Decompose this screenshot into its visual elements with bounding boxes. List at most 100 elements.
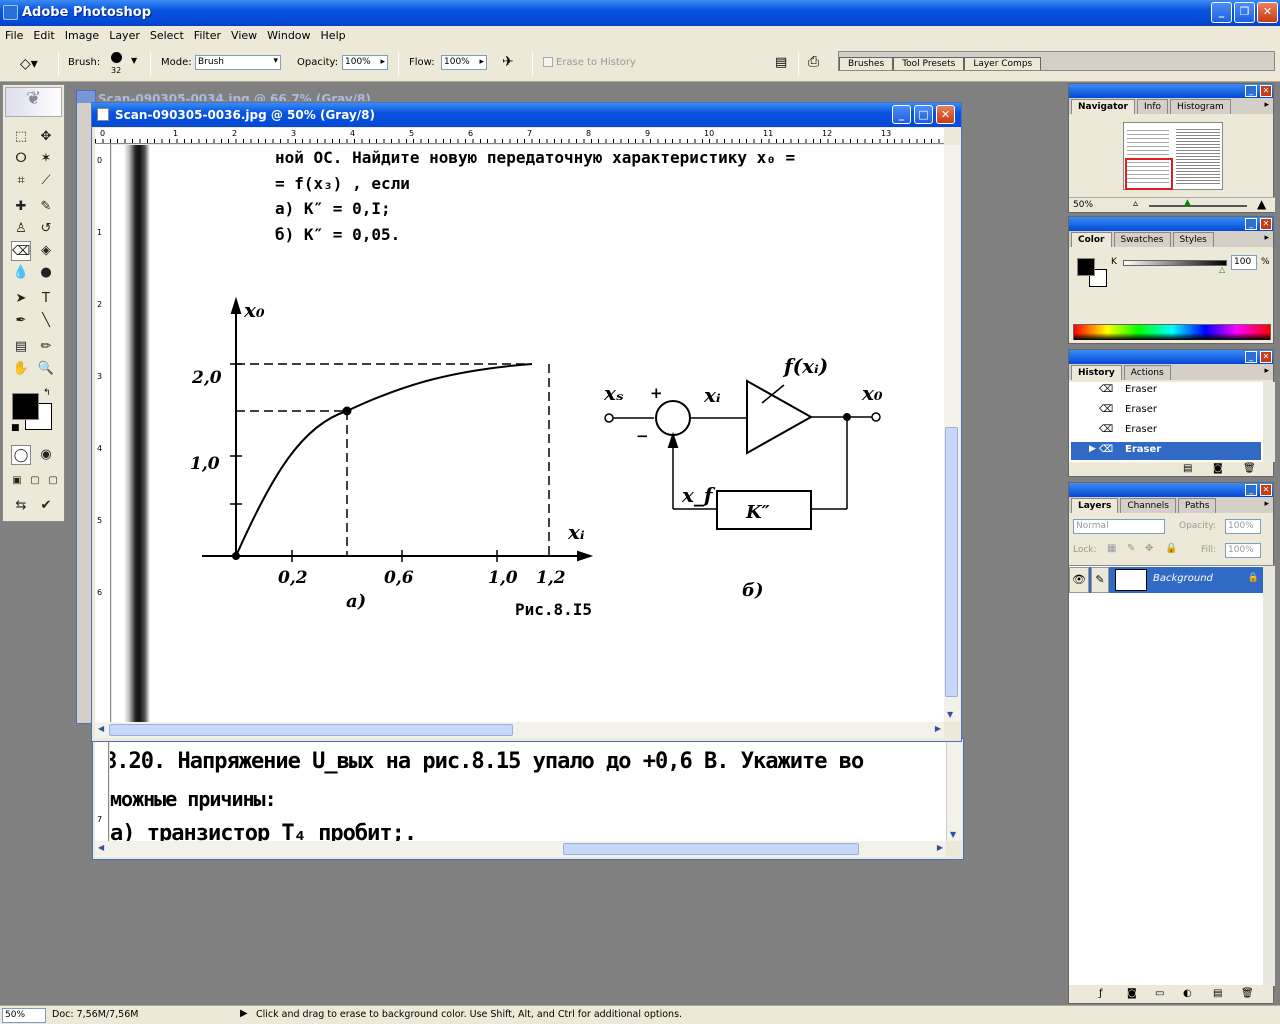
eye-icon[interactable]: 👁 <box>1069 567 1089 593</box>
mode-select[interactable]: Brush ▾ <box>195 55 281 70</box>
arrow-right-icon[interactable]: ▸ <box>479 57 484 67</box>
zoom-tool-icon[interactable]: 🔍 <box>36 359 56 379</box>
panel-close-button[interactable]: ✕ <box>1260 218 1272 230</box>
layer-opacity-field[interactable]: 100% <box>1225 519 1261 534</box>
tab-info[interactable]: Info <box>1137 99 1169 114</box>
magic-wand-icon[interactable]: ✶ <box>36 149 56 169</box>
tab-swatches[interactable]: Swatches <box>1113 232 1171 247</box>
menu-file[interactable]: File <box>0 26 28 42</box>
layers-scrollbar[interactable] <box>1263 566 1275 986</box>
panel-menu-icon[interactable]: ▸ <box>1264 499 1269 509</box>
arrow-left-icon[interactable]: ◀ <box>98 843 104 852</box>
panel-menu-icon[interactable]: ▸ <box>1264 366 1269 376</box>
navigator-zoom[interactable]: 50% <box>1073 200 1093 210</box>
delete-layer-icon[interactable]: 🗑 <box>1241 988 1254 999</box>
blur-tool-icon[interactable]: 💧 <box>11 263 31 283</box>
panel-minimize-button[interactable]: _ <box>1245 218 1257 230</box>
flow-field[interactable]: 100% ▸ <box>441 55 487 70</box>
layer-fill-field[interactable]: 100% <box>1225 543 1261 558</box>
swap-colors-icon[interactable]: ↰ <box>43 388 51 398</box>
scroll-thumb[interactable] <box>563 843 859 855</box>
trash-icon[interactable]: 🗑 <box>1243 463 1256 474</box>
healing-brush-icon[interactable]: ✚ <box>11 197 31 217</box>
screen-mode-3-icon[interactable]: ▢ <box>43 471 63 491</box>
dodge-tool-icon[interactable]: ● <box>36 263 56 283</box>
opacity-field[interactable]: 100% ▸ <box>342 55 388 70</box>
move-tool-icon[interactable]: ✥ <box>36 127 56 147</box>
menu-image[interactable]: Image <box>60 26 104 42</box>
foreground-color-swatch[interactable] <box>12 393 39 420</box>
blend-mode-select[interactable]: Normal <box>1073 519 1165 534</box>
horizontal-scrollbar[interactable]: ◀ ▶ <box>95 841 946 857</box>
airbrush-icon[interactable]: ✈ <box>502 54 514 70</box>
path-select-icon[interactable]: ➤ <box>11 289 31 309</box>
lock-pixels-icon[interactable]: ✎ <box>1127 543 1135 554</box>
erase-history-checkbox[interactable] <box>543 57 553 67</box>
type-tool-icon[interactable]: T <box>36 289 56 309</box>
tab-paths[interactable]: Paths <box>1177 498 1217 513</box>
front-document-window[interactable]: Scan-090305-0036.jpg @ 50% (Gray/8) _ □ … <box>91 102 962 742</box>
zoom-out-icon[interactable]: ▵ <box>1133 198 1138 209</box>
tab-navigator[interactable]: Navigator <box>1071 99 1135 114</box>
vertical-scrollbar[interactable]: ▼ <box>946 739 962 841</box>
arrow-left-icon[interactable]: ◀ <box>98 724 104 733</box>
notes-tool-icon[interactable]: ▤ <box>11 337 31 357</box>
menu-select[interactable]: Select <box>145 26 189 42</box>
panel-minimize-button[interactable]: _ <box>1245 351 1257 363</box>
menu-help[interactable]: Help <box>316 26 351 42</box>
zoom-slider-thumb[interactable]: ▲ <box>1184 198 1191 208</box>
tab-history[interactable]: History <box>1071 365 1122 380</box>
eraser-tool-icon[interactable]: ⌫ <box>11 241 31 261</box>
brush-dropdown-icon[interactable]: ▼ <box>131 56 137 65</box>
menu-window[interactable]: Window <box>262 26 315 42</box>
layer-style-icon[interactable]: ƒ <box>1099 988 1103 999</box>
arrow-right-icon[interactable]: ▶ <box>937 843 943 852</box>
doc-close-button[interactable]: ✕ <box>936 105 955 124</box>
zoom-slider[interactable] <box>1149 205 1247 207</box>
adjustment-layer-icon[interactable]: ◐ <box>1183 988 1192 999</box>
eyedropper-icon[interactable]: ✏ <box>36 337 56 357</box>
tab-channels[interactable]: Channels <box>1120 498 1176 513</box>
close-button[interactable]: ✕ <box>1257 2 1278 23</box>
arrow-right-icon[interactable]: ▶ <box>935 724 941 733</box>
brush-link-icon[interactable]: ✎ <box>1091 567 1109 593</box>
doc-minimize-button[interactable]: _ <box>892 105 911 124</box>
minimize-button[interactable]: _ <box>1211 2 1232 23</box>
brush-preview-icon[interactable] <box>111 52 122 63</box>
layer-row-background[interactable]: 👁 ✎ Background 🔒 <box>1069 567 1263 593</box>
lock-position-icon[interactable]: ✥ <box>1145 543 1153 554</box>
k-value-field[interactable]: 100 <box>1231 255 1257 270</box>
lock-transparency-icon[interactable]: ▦ <box>1107 543 1116 554</box>
palette-toggle-icon[interactable]: ⎙ <box>808 54 819 70</box>
k-slider-thumb[interactable]: △ <box>1219 265 1225 274</box>
restore-button[interactable]: ❐ <box>1234 2 1255 23</box>
tab-color[interactable]: Color <box>1071 232 1112 247</box>
imageready-icon[interactable]: ⇆ <box>11 496 31 516</box>
tab-layer-comps[interactable]: Layer Comps <box>964 57 1042 70</box>
panel-close-button[interactable]: ✕ <box>1260 85 1272 97</box>
history-item[interactable]: ⌫ Eraser <box>1071 402 1261 420</box>
paint-bucket-icon[interactable]: ◈ <box>36 241 56 261</box>
default-colors-icon[interactable]: ■ <box>11 423 20 433</box>
tab-styles[interactable]: Styles <box>1172 232 1214 247</box>
screen-mode-2-icon[interactable]: ▢ <box>25 471 45 491</box>
status-zoom-field[interactable]: 50% <box>2 1008 46 1023</box>
panel-menu-icon[interactable]: ▸ <box>1264 100 1269 110</box>
marquee-tool-icon[interactable]: ⬚ <box>11 127 31 147</box>
lasso-tool-icon[interactable]: ⵔ <box>11 149 31 169</box>
history-brush-icon[interactable]: ↺ <box>36 219 56 239</box>
vertical-scrollbar[interactable]: ▼ <box>944 145 960 722</box>
scroll-thumb[interactable] <box>109 724 513 736</box>
lock-all-icon[interactable]: 🔒 <box>1165 543 1177 554</box>
crop-tool-icon[interactable]: ⌗ <box>11 171 31 191</box>
history-item[interactable]: ⌫ Eraser <box>1071 382 1261 400</box>
jump-icon[interactable]: ✔ <box>36 496 56 516</box>
fg-swatch[interactable] <box>1077 258 1095 276</box>
standard-mode-icon[interactable]: ◯ <box>11 445 31 465</box>
panel-close-button[interactable]: ✕ <box>1260 484 1272 496</box>
screen-mode-1-icon[interactable]: ▣ <box>7 471 27 491</box>
eraser-preset-icon[interactable]: ◇▾ <box>20 56 38 72</box>
pen-tool-icon[interactable]: ✒ <box>11 311 31 331</box>
new-layer-icon[interactable]: ▤ <box>1213 988 1222 999</box>
history-scrollbar[interactable] <box>1263 382 1275 462</box>
